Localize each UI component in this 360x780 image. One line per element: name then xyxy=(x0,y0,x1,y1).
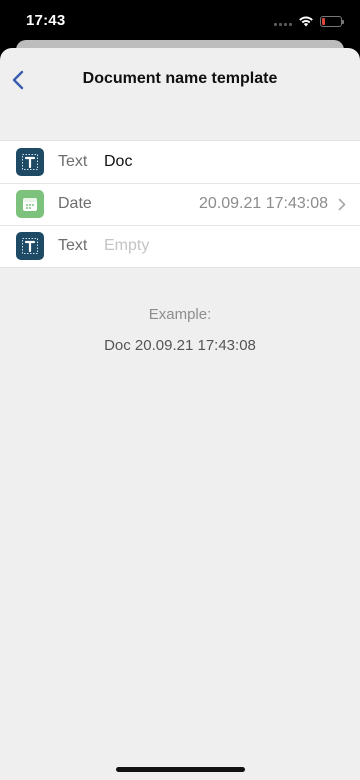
example-value: Doc 20.09.21 17:43:08 xyxy=(104,337,256,354)
battery-icon xyxy=(320,15,344,27)
text-icon xyxy=(16,148,44,176)
page-title: Document name template xyxy=(82,70,278,87)
home-indicator[interactable] xyxy=(116,767,245,772)
row-label: Date xyxy=(58,195,92,212)
status-bar: 17:43 xyxy=(0,0,360,44)
example-label: Example: xyxy=(148,306,212,323)
template-row-text-2[interactable]: Text Empty xyxy=(0,225,360,267)
navigation-bar: Document name template xyxy=(0,48,360,110)
chevron-left-icon xyxy=(12,70,24,90)
back-button[interactable] xyxy=(6,66,30,94)
text-field-value[interactable]: Doc xyxy=(104,153,132,171)
date-value: 20.09.21 17:43:08 xyxy=(198,195,328,212)
status-time: 17:43 xyxy=(26,12,66,29)
template-row-text-1[interactable]: Text Doc xyxy=(0,141,360,183)
chevron-right-icon xyxy=(338,198,346,211)
row-label: Text xyxy=(58,153,88,170)
template-list: Text Doc Date 20.09.21 17:43:08 Text Emp… xyxy=(0,140,360,268)
row-label: Text xyxy=(58,237,88,254)
text-field-placeholder[interactable]: Empty xyxy=(104,237,149,255)
wifi-icon xyxy=(299,16,313,27)
template-row-date[interactable]: Date 20.09.21 17:43:08 xyxy=(0,183,360,225)
modal-sheet: Document name template Text Doc Date 20.… xyxy=(0,48,360,780)
status-icons xyxy=(274,12,344,30)
text-icon xyxy=(16,232,44,260)
signal-icon xyxy=(274,16,292,26)
calendar-icon xyxy=(16,190,44,218)
